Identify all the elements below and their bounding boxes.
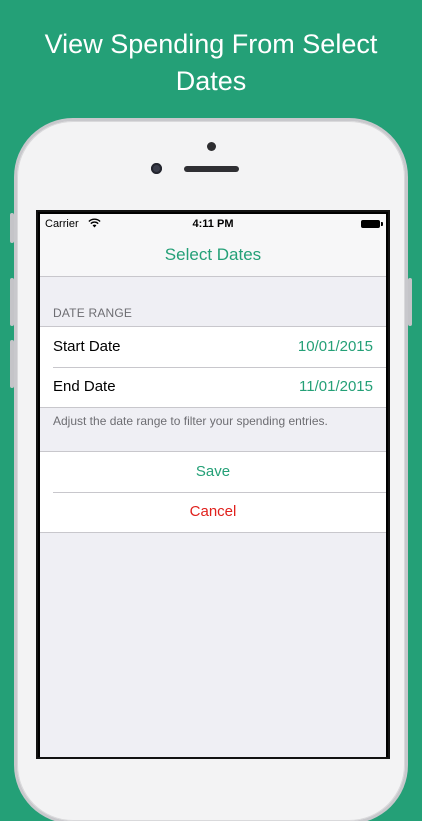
page-title: Select Dates — [164, 245, 262, 264]
phone-power-button — [408, 278, 412, 326]
status-time: 4:11 PM — [192, 218, 234, 230]
actions-group: Save Cancel — [40, 451, 386, 533]
phone-screen: Carrier 4:11 PM Select Dates DATE RANGE … — [36, 210, 390, 759]
phone-volume-up-button — [10, 278, 14, 326]
end-date-value[interactable]: 11/01/2015 — [299, 367, 373, 407]
earpiece-speaker — [184, 166, 239, 172]
navigation-bar: Select Dates — [40, 234, 386, 277]
battery-icon — [361, 220, 383, 228]
start-date-value[interactable]: 10/01/2015 — [298, 327, 373, 367]
date-range-group: Start Date 10/01/2015 End Date 11/01/201… — [40, 326, 386, 408]
phone-volume-down-button — [10, 340, 14, 388]
front-sensor — [207, 142, 216, 151]
section-footnote: Adjust the date range to filter your spe… — [53, 414, 328, 428]
save-button[interactable]: Save — [40, 452, 386, 492]
headline-line-1: View Spending From Select — [44, 29, 378, 59]
end-date-row[interactable]: End Date 11/01/2015 — [40, 367, 386, 407]
front-camera-icon — [151, 163, 162, 174]
app-screen: Carrier 4:11 PM Select Dates DATE RANGE … — [40, 214, 386, 757]
marketing-headline: View Spending From Select Dates — [0, 26, 422, 100]
start-date-label: Start Date — [53, 338, 121, 355]
status-bar: Carrier 4:11 PM — [40, 214, 386, 234]
start-date-row[interactable]: Start Date 10/01/2015 — [40, 327, 386, 367]
phone-mute-switch — [10, 213, 14, 243]
cancel-button[interactable]: Cancel — [40, 492, 386, 532]
end-date-label: End Date — [53, 378, 116, 395]
headline-line-2: Dates — [175, 66, 247, 96]
section-header-date-range: DATE RANGE — [53, 306, 133, 320]
